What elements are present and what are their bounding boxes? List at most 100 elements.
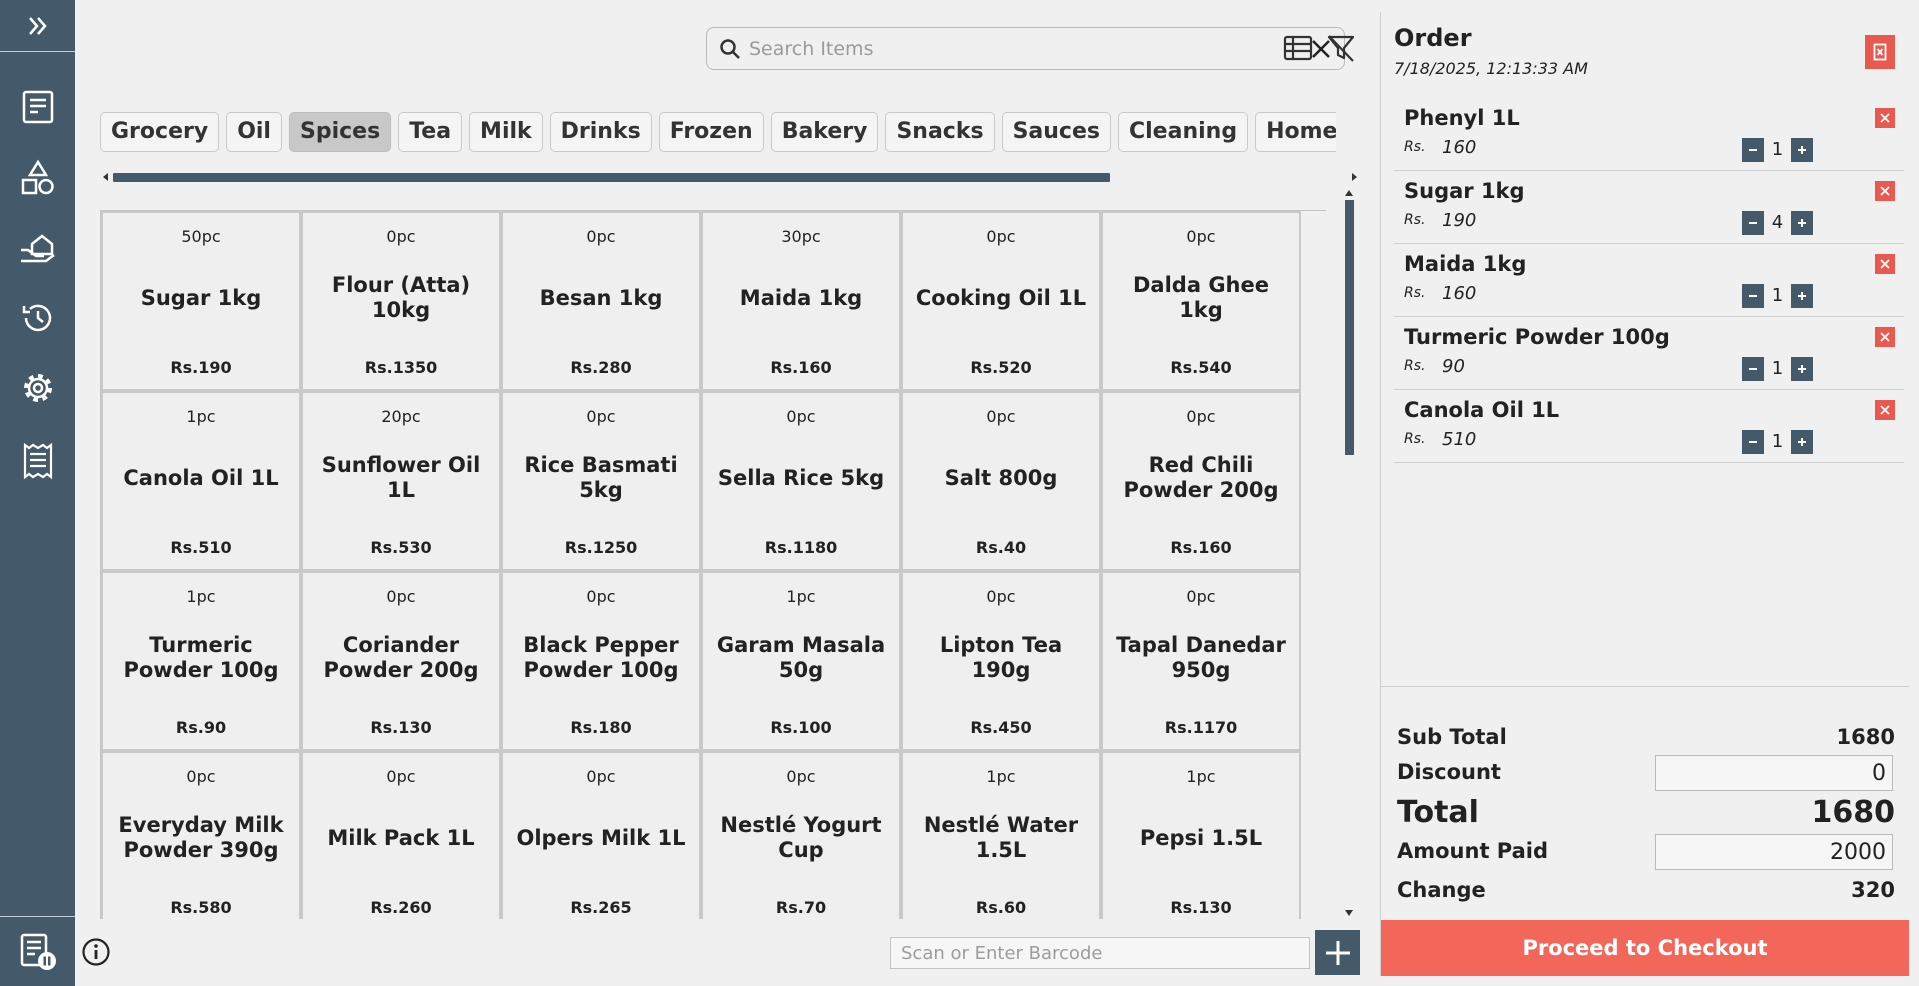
order-item-qty: 1	[1771, 139, 1784, 160]
amount-paid-label: Amount Paid	[1397, 839, 1549, 863]
horizontal-scrollbar[interactable]	[103, 170, 1358, 184]
product-name: Everyday Milk Powder 390g	[118, 813, 284, 862]
tab-spices[interactable]: Spices	[288, 112, 392, 152]
product-card[interactable]: 0pc Black Pepper Powder 100g Rs.180	[501, 571, 701, 751]
product-card[interactable]: 0pc Red Chili Powder 200g Rs.160	[1101, 391, 1301, 571]
product-card[interactable]: 0pc Dalda Ghee 1kg Rs.540	[1101, 211, 1301, 391]
product-stock: 0pc	[786, 767, 816, 786]
discount-input[interactable]	[1655, 755, 1893, 791]
clear-filter-button[interactable]	[1323, 30, 1359, 66]
increase-qty-button[interactable]	[1791, 138, 1813, 162]
order-item: Phenyl 1L Rs. 160 1	[1394, 98, 1904, 171]
order-item: Turmeric Powder 100g Rs. 90 1	[1394, 317, 1904, 390]
chevrons-right-icon	[28, 16, 47, 35]
order-panel: Order 7/18/2025, 12:13:33 AM Phenyl 1L Rs…	[1380, 12, 1909, 976]
product-card[interactable]: 0pc Milk Pack 1L Rs.260	[301, 751, 501, 919]
product-card[interactable]: 0pc Olpers Milk 1L Rs.265	[501, 751, 701, 919]
sidebar-item-inventory[interactable]	[0, 223, 75, 273]
expand-sidebar-button[interactable]	[0, 0, 75, 52]
tab-snacks[interactable]: Snacks	[885, 112, 995, 152]
tab-cleaning[interactable]: Cleaning	[1118, 112, 1249, 152]
product-card[interactable]: 30pc Maida 1kg Rs.160	[701, 211, 901, 391]
sidebar-item-categories[interactable]	[0, 153, 75, 203]
tab-drinks[interactable]: Drinks	[549, 112, 652, 152]
product-name: Rice Basmati 5kg	[524, 453, 678, 502]
barcode-input[interactable]	[890, 937, 1310, 969]
product-card[interactable]: 50pc Sugar 1kg Rs.190	[101, 211, 301, 391]
product-card[interactable]: 0pc Coriander Powder 200g Rs.130	[301, 571, 501, 751]
info-button[interactable]	[80, 936, 112, 968]
sidebar-item-held-orders[interactable]	[0, 916, 75, 986]
product-card[interactable]: 1pc Turmeric Powder 100g Rs.90	[101, 571, 301, 751]
product-card[interactable]: 0pc Rice Basmati 5kg Rs.1250	[501, 391, 701, 571]
increase-qty-button[interactable]	[1791, 211, 1813, 235]
sidebar-item-history[interactable]	[0, 293, 75, 343]
sidebar-item-receipts[interactable]	[0, 436, 75, 486]
checkout-button[interactable]: Proceed to Checkout	[1381, 920, 1909, 976]
product-card[interactable]: 1pc Nestlé Water 1.5L Rs.60	[901, 751, 1101, 919]
increase-qty-button[interactable]	[1791, 357, 1813, 381]
product-card[interactable]: 0pc Sella Rice 5kg Rs.1180	[701, 391, 901, 571]
product-card[interactable]: 0pc Nestlé Yogurt Cup Rs.70	[701, 751, 901, 919]
minus-icon	[1749, 441, 1757, 443]
change-value: 320	[1851, 878, 1895, 902]
tab-oil[interactable]: Oil	[226, 112, 282, 152]
decrease-qty-button[interactable]	[1742, 357, 1764, 381]
vertical-scrollbar[interactable]	[1343, 186, 1355, 916]
product-card[interactable]: 0pc Flour (Atta) 10kg Rs.1350	[301, 211, 501, 391]
decrease-qty-button[interactable]	[1742, 211, 1764, 235]
product-card[interactable]: 0pc Lipton Tea 190g Rs.450	[901, 571, 1101, 751]
amount-paid-input[interactable]	[1655, 834, 1893, 870]
tab-grocery[interactable]: Grocery	[100, 112, 220, 152]
product-grid: 50pc Sugar 1kg Rs.190 0pc Flour (Atta) 10kg R…	[101, 211, 1326, 919]
horizontal-scroll-thumb[interactable]	[113, 173, 1110, 182]
plus-icon	[1798, 219, 1806, 227]
order-item-price: 510	[1442, 429, 1477, 450]
product-card[interactable]: 0pc Tapal Danedar 950g Rs.1170	[1101, 571, 1301, 751]
product-card[interactable]: 20pc Sunflower Oil 1L Rs.530	[301, 391, 501, 571]
sidebar-item-settings[interactable]	[0, 363, 75, 413]
table-view-button[interactable]	[1280, 30, 1316, 66]
tab-milk[interactable]: Milk	[469, 112, 543, 152]
product-card[interactable]: 1pc Pepsi 1.5L Rs.130	[1101, 751, 1301, 919]
tab-frozen[interactable]: Frozen	[658, 112, 764, 152]
product-stock: 0pc	[1186, 587, 1216, 606]
increase-qty-button[interactable]	[1791, 430, 1813, 454]
product-card[interactable]: 0pc Everyday Milk Powder 390g Rs.580	[101, 751, 301, 919]
tab-bakery[interactable]: Bakery	[770, 112, 879, 152]
vertical-scroll-thumb[interactable]	[1345, 200, 1354, 455]
tab-home-use[interactable]: Home Use	[1255, 112, 1336, 152]
remove-item-button[interactable]	[1875, 108, 1895, 128]
product-card[interactable]: 1pc Canola Oil 1L Rs.510	[101, 391, 301, 571]
product-card[interactable]: 1pc Garam Masala 50g Rs.100	[701, 571, 901, 751]
product-card[interactable]: 0pc Besan 1kg Rs.280	[501, 211, 701, 391]
order-item-name: Turmeric Powder 100g	[1404, 325, 1670, 349]
product-name: Nestlé Yogurt Cup	[720, 813, 882, 862]
decrease-qty-button[interactable]	[1742, 284, 1764, 308]
product-stock: 0pc	[586, 227, 616, 246]
tab-sauces[interactable]: Sauces	[1001, 112, 1111, 152]
product-name: Salt 800g	[944, 465, 1058, 490]
product-name: Black Pepper Powder 100g	[523, 633, 679, 682]
remove-item-button[interactable]	[1875, 254, 1895, 274]
remove-item-button[interactable]	[1875, 181, 1895, 201]
search-input[interactable]	[741, 28, 1310, 69]
clear-order-button[interactable]	[1865, 35, 1895, 69]
sidebar-item-orders[interactable]	[0, 82, 75, 132]
decrease-qty-button[interactable]	[1742, 138, 1764, 162]
increase-qty-button[interactable]	[1791, 284, 1813, 308]
decrease-qty-button[interactable]	[1742, 430, 1764, 454]
product-name: Olpers Milk 1L	[516, 825, 686, 850]
close-icon	[1880, 113, 1890, 123]
remove-item-button[interactable]	[1875, 327, 1895, 347]
product-stock: 0pc	[586, 407, 616, 426]
product-price: Rs.1350	[364, 358, 438, 377]
product-card[interactable]: 0pc Salt 800g Rs.40	[901, 391, 1101, 571]
order-item-price: 160	[1442, 283, 1477, 304]
product-price: Rs.510	[170, 538, 232, 557]
add-item-button[interactable]	[1315, 930, 1360, 975]
order-item-price: 90	[1442, 356, 1465, 377]
tab-tea[interactable]: Tea	[398, 112, 463, 152]
product-card[interactable]: 0pc Cooking Oil 1L Rs.520	[901, 211, 1101, 391]
remove-item-button[interactable]	[1875, 400, 1895, 420]
